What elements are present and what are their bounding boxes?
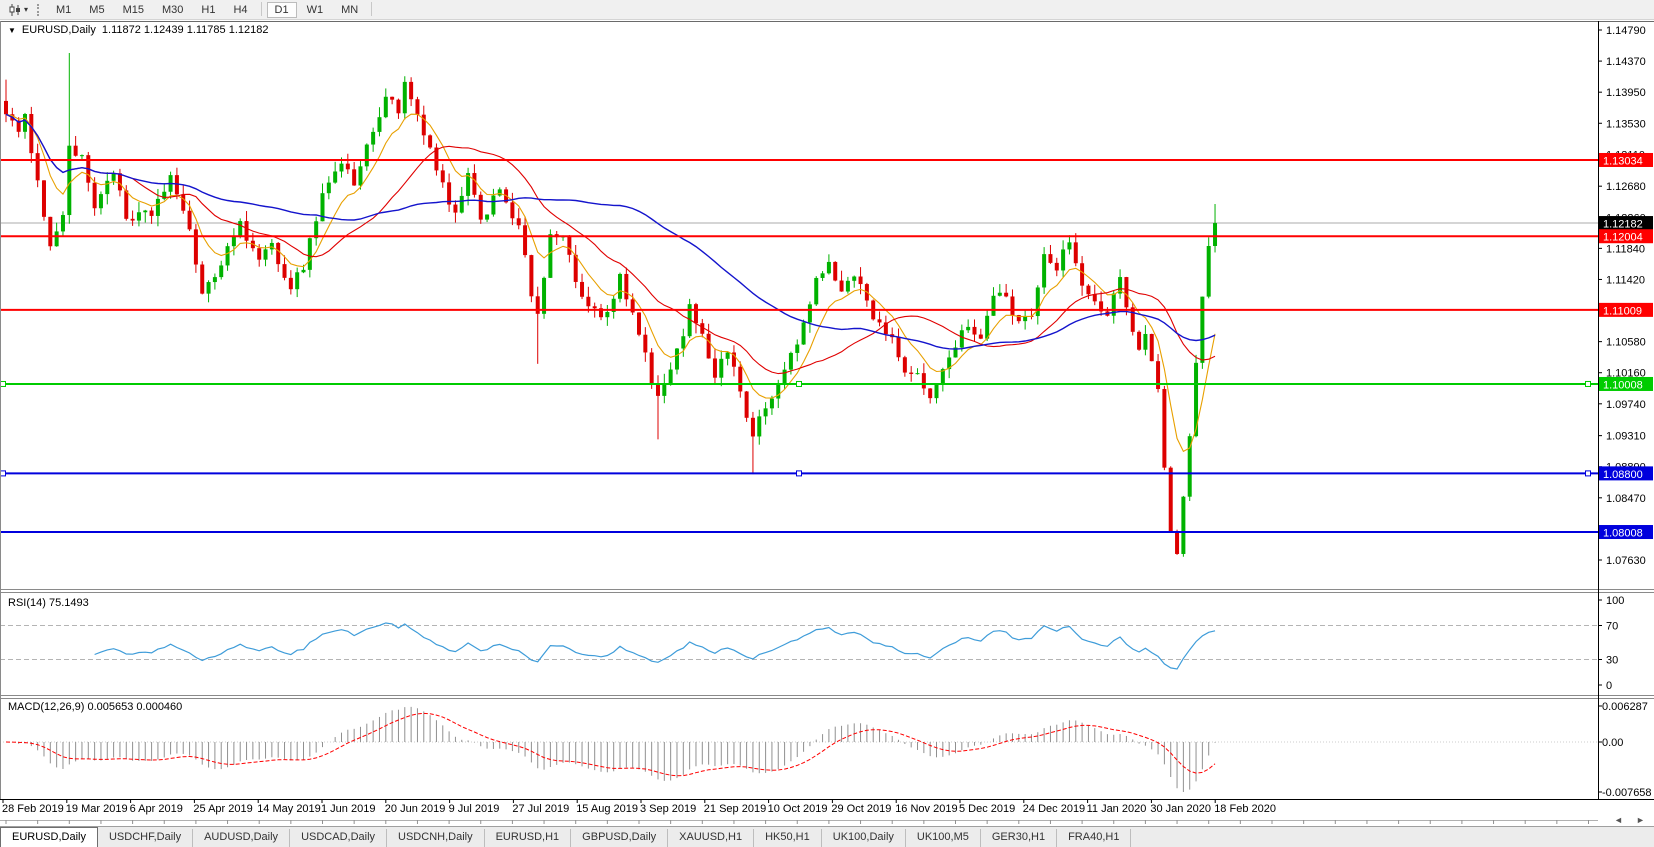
date-tick-label: 11 Jan 2020 bbox=[1087, 803, 1147, 815]
line-handle[interactable] bbox=[1586, 471, 1591, 476]
rsi-indicator-label: RSI(14) 75.1493 bbox=[8, 597, 89, 609]
price-badge-label: 1.12004 bbox=[1603, 232, 1643, 244]
candlesticks bbox=[4, 53, 1217, 557]
price-badge-label: 1.13034 bbox=[1603, 155, 1643, 167]
price-badge-label: 1.08800 bbox=[1603, 469, 1643, 481]
price-badge-label: 1.12182 bbox=[1603, 219, 1643, 231]
price-axis: 1.147901.143701.139501.135301.131101.126… bbox=[1598, 25, 1652, 799]
date-tick-label: 9 Jul 2019 bbox=[449, 803, 500, 815]
price-tick-label: 1.09740 bbox=[1606, 399, 1646, 411]
line-handle[interactable] bbox=[797, 381, 802, 386]
date-axis: 28 Feb 201919 Mar 20196 Apr 2019 25 Apr 2… bbox=[0, 799, 1598, 824]
rsi-scale-label: 30 bbox=[1606, 655, 1618, 667]
date-tick-label: 3 Sep 2019 bbox=[640, 803, 696, 815]
tab-audusd-daily[interactable]: AUDUSD,Daily bbox=[193, 829, 290, 847]
rsi-scale-label: 0 bbox=[1606, 680, 1612, 692]
date-tick-label: 5 Dec 2019 bbox=[959, 803, 1015, 815]
date-tick-label: 29 Oct 2019 bbox=[831, 803, 891, 815]
scroll-left-arrow[interactable]: ◄ bbox=[1614, 815, 1623, 825]
tab-eurusd-daily[interactable]: EURUSD,Daily bbox=[0, 827, 98, 847]
date-tick-label: 19 Mar 2019 bbox=[66, 803, 128, 815]
date-tick-label: 30 Jan 2020 bbox=[1150, 803, 1211, 815]
tab-hk50-h1[interactable]: HK50,H1 bbox=[754, 829, 822, 847]
date-tick-label: 18 Feb 2020 bbox=[1214, 803, 1276, 815]
date-tick-label: 14 May 2019 bbox=[257, 803, 321, 815]
collapse-chart-icon[interactable]: ▼ bbox=[8, 26, 16, 35]
macd-scale-label: 0.00 bbox=[1602, 737, 1623, 749]
price-tick-label: 1.14790 bbox=[1606, 25, 1646, 37]
date-tick-label: 1 Jun 2019 bbox=[321, 803, 375, 815]
macd-scale-label: 0.006287 bbox=[1602, 701, 1648, 713]
date-tick-label: 27 Jul 2019 bbox=[512, 803, 569, 815]
date-tick-label: 21 Sep 2019 bbox=[704, 803, 766, 815]
price-badge-label: 1.11009 bbox=[1603, 305, 1642, 317]
scroll-right-arrow[interactable]: ► bbox=[1636, 815, 1645, 825]
rsi-scale-label: 70 bbox=[1606, 621, 1618, 633]
line-handle[interactable] bbox=[797, 471, 802, 476]
rsi-line bbox=[95, 623, 1215, 669]
ma-line-ma_mid bbox=[6, 114, 1215, 373]
price-tick-label: 1.10580 bbox=[1606, 337, 1646, 349]
tab-uk100-daily[interactable]: UK100,Daily bbox=[822, 829, 906, 847]
price-badge-label: 1.10008 bbox=[1603, 379, 1643, 391]
tab-fra40-h1[interactable]: FRA40,H1 bbox=[1057, 829, 1131, 847]
price-tick-label: 1.11420 bbox=[1606, 274, 1645, 286]
macd-scale-label: -0.007658 bbox=[1602, 787, 1652, 799]
price-tick-label: 1.08470 bbox=[1606, 493, 1646, 505]
line-handle[interactable] bbox=[1, 381, 6, 386]
chart-canvas[interactable]: 1.147901.143701.139501.135301.131101.126… bbox=[0, 0, 1654, 826]
macd-indicator-label: MACD(12,26,9) 0.005653 0.000460 bbox=[8, 701, 182, 713]
date-tick-label: 25 Apr 2019 bbox=[193, 803, 252, 815]
chart-symbol-period: EURUSD,Daily bbox=[22, 24, 96, 36]
line-handle[interactable] bbox=[1, 471, 6, 476]
tab-usdchf-daily[interactable]: USDCHF,Daily bbox=[98, 829, 193, 847]
chart-tab-bar: EURUSD,DailyUSDCHF,DailyAUDUSD,DailyUSDC… bbox=[0, 826, 1654, 847]
mt4-chart-window: ▾ M1M5M15M30H1H4D1W1MN 1.147901.143701.1… bbox=[0, 0, 1654, 847]
date-tick-label: 24 Dec 2019 bbox=[1023, 803, 1085, 815]
moving-averages bbox=[6, 114, 1215, 451]
date-tick-label: 20 Jun 2019 bbox=[385, 803, 446, 815]
date-tick-label: 16 Nov 2019 bbox=[895, 803, 957, 815]
date-tick-label: 15 Aug 2019 bbox=[576, 803, 638, 815]
price-tick-label: 1.13530 bbox=[1606, 118, 1646, 130]
price-tick-label: 1.12680 bbox=[1606, 181, 1646, 193]
tab-xauusd-h1[interactable]: XAUUSD,H1 bbox=[668, 829, 754, 847]
tab-usdcnh-daily[interactable]: USDCNH,Daily bbox=[387, 829, 485, 847]
ma-line-ma_fast bbox=[6, 114, 1215, 451]
rsi-scale-label: 100 bbox=[1606, 595, 1624, 607]
line-handle[interactable] bbox=[1586, 381, 1591, 386]
tab-ger30-h1[interactable]: GER30,H1 bbox=[981, 829, 1057, 847]
macd-signal-line bbox=[6, 713, 1215, 775]
date-tick-label: 6 Apr 2019 bbox=[130, 803, 183, 815]
tab-uk100-m5[interactable]: UK100,M5 bbox=[906, 829, 981, 847]
tab-eurusd-h1[interactable]: EURUSD,H1 bbox=[485, 829, 572, 847]
date-tick-label: 10 Oct 2019 bbox=[768, 803, 828, 815]
tab-usdcad-daily[interactable]: USDCAD,Daily bbox=[290, 829, 387, 847]
price-tick-label: 1.09310 bbox=[1606, 431, 1646, 443]
price-tick-label: 1.13950 bbox=[1606, 87, 1646, 99]
price-badge-label: 1.08008 bbox=[1603, 528, 1643, 540]
chart-ohlc-values: 1.11872 1.12439 1.11785 1.12182 bbox=[102, 24, 269, 36]
tab-gbpusd-daily[interactable]: GBPUSD,Daily bbox=[571, 829, 668, 847]
price-tick-label: 1.07630 bbox=[1606, 555, 1646, 567]
date-tick-label: 28 Feb 2019 bbox=[2, 803, 64, 815]
macd-histogram bbox=[6, 707, 1215, 792]
price-tick-label: 1.14370 bbox=[1606, 56, 1646, 68]
price-tick-label: 1.11840 bbox=[1606, 243, 1645, 255]
chart-ohlc-header: ▼ EURUSD,Daily 1.11872 1.12439 1.11785 1… bbox=[8, 24, 268, 36]
